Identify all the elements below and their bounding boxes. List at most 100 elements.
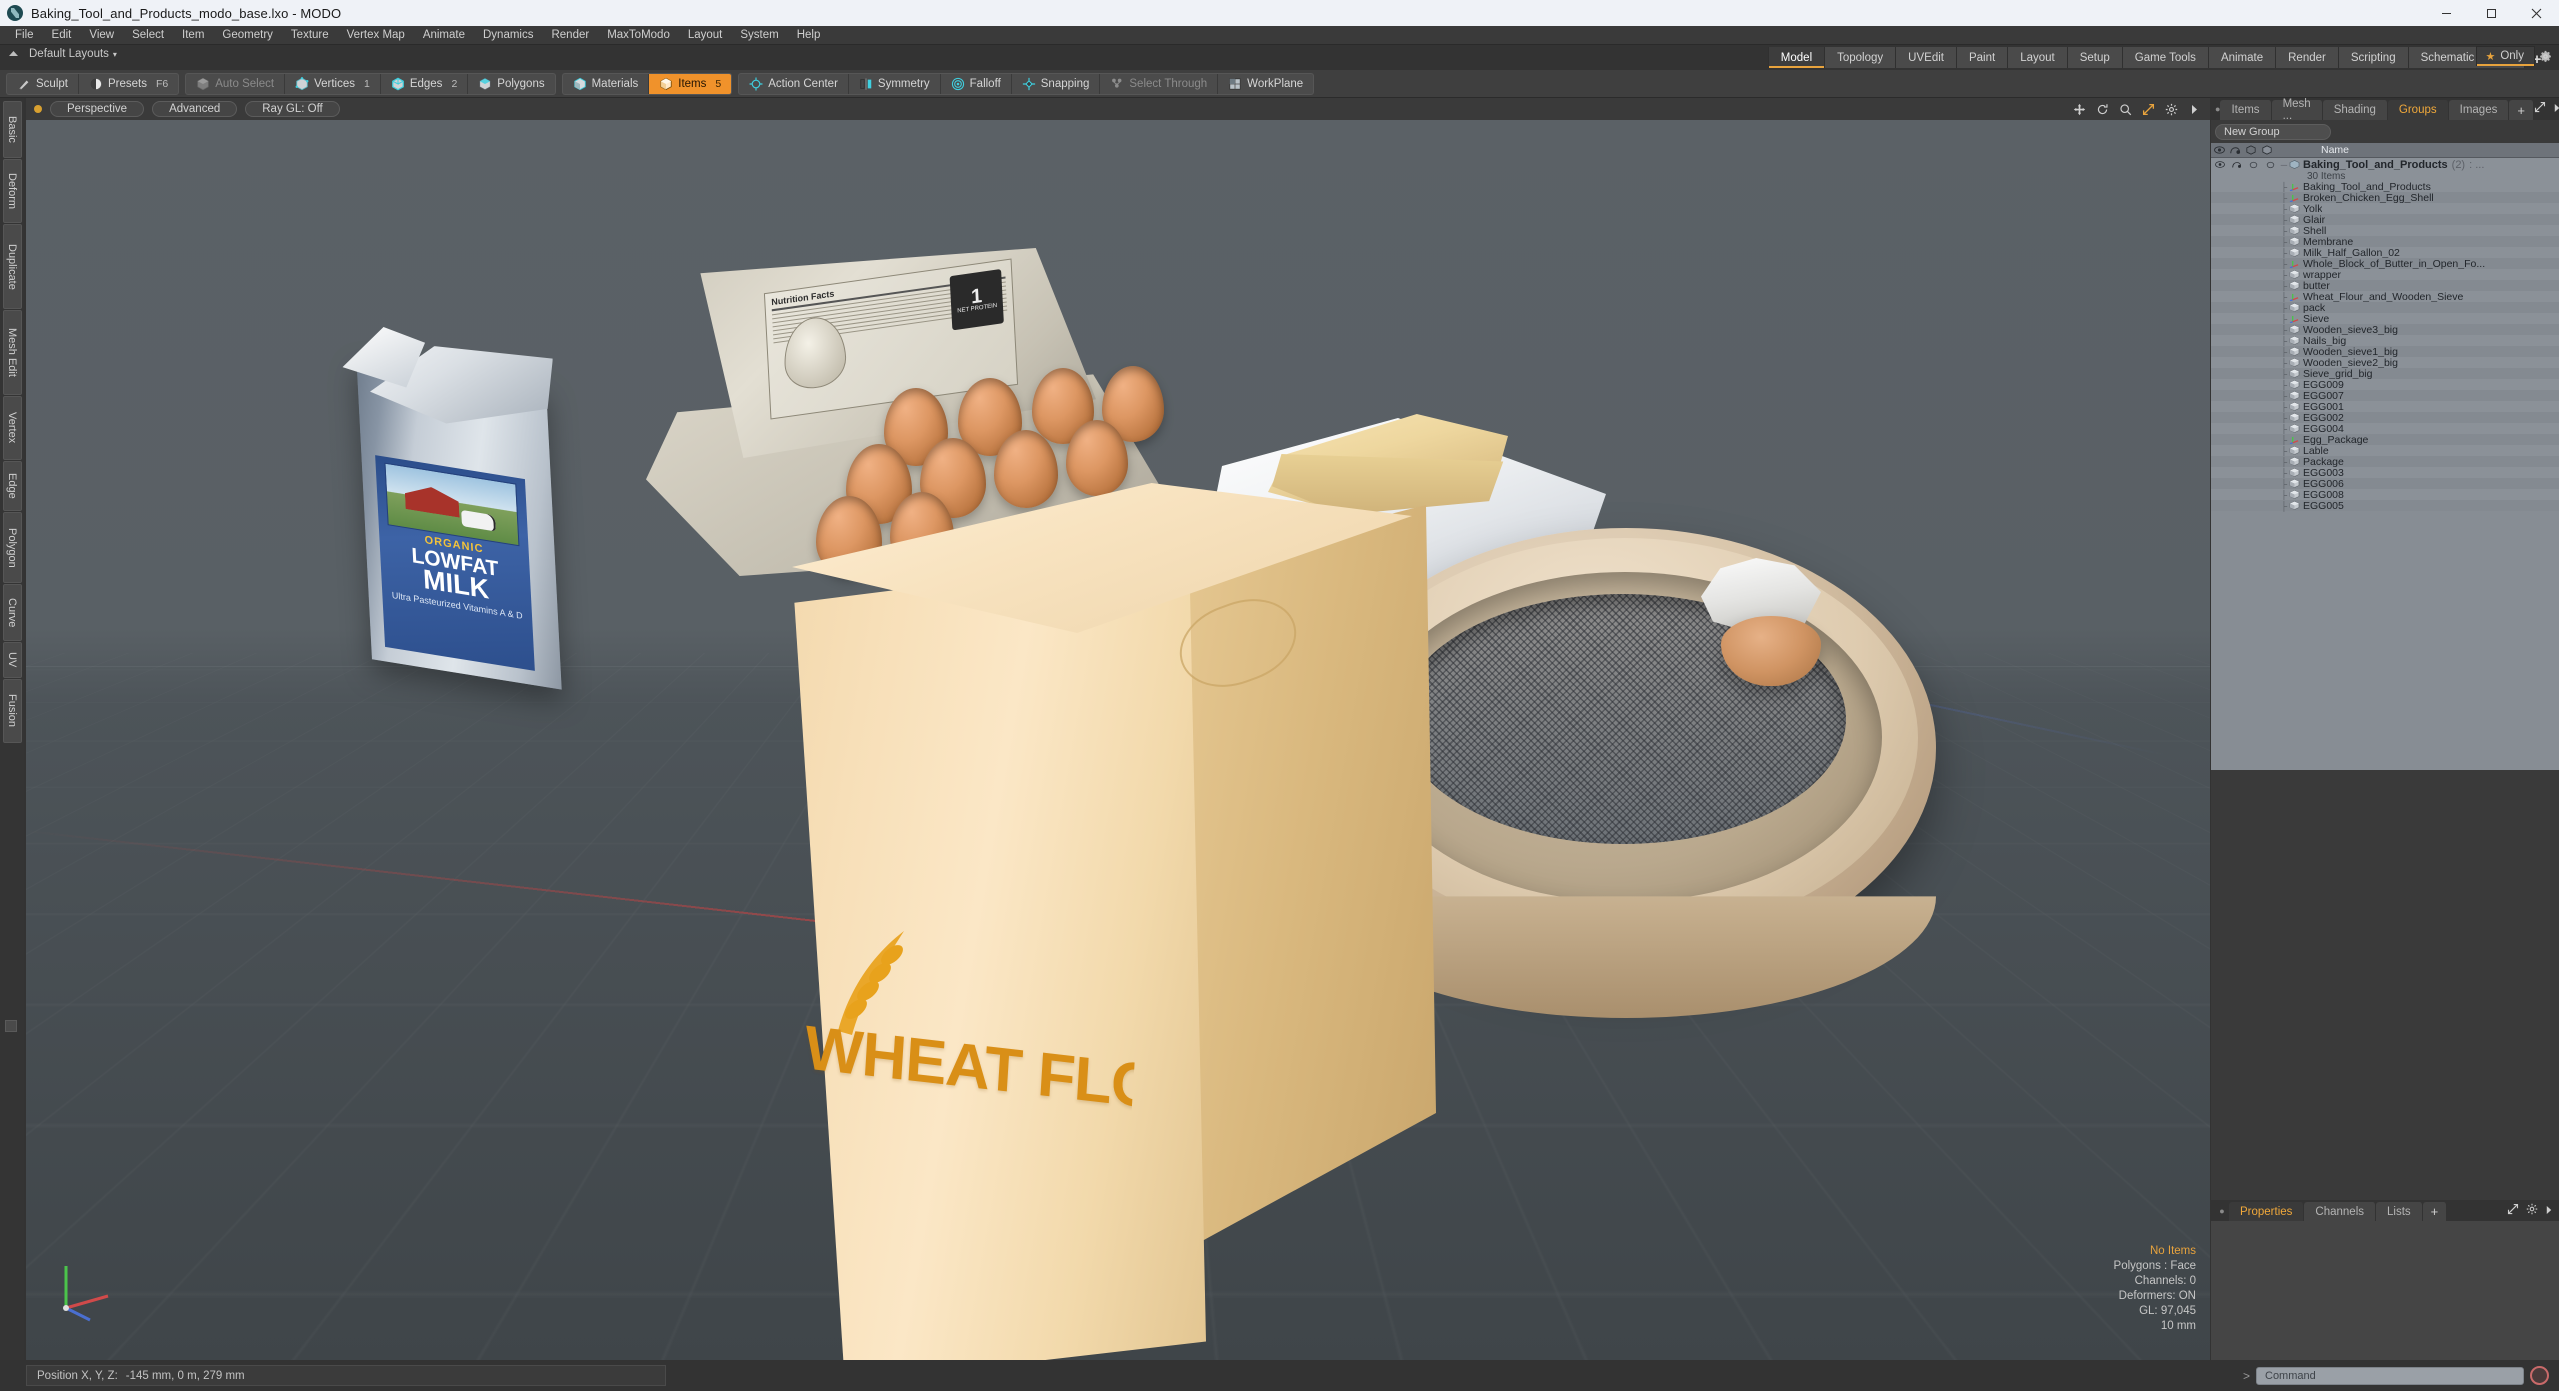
chevron-right-icon[interactable] bbox=[2545, 1202, 2553, 1220]
expand-icon[interactable] bbox=[2534, 100, 2546, 118]
mode-tab-animate[interactable]: Animate bbox=[2208, 47, 2277, 68]
toolbar-select-through-button[interactable]: Select Through bbox=[1100, 73, 1219, 94]
left-tab-mesh-edit[interactable]: Mesh Edit bbox=[2, 310, 22, 395]
zoom-icon[interactable] bbox=[2118, 102, 2132, 116]
render-icon[interactable] bbox=[2227, 146, 2243, 155]
toolbar-auto-select-button[interactable]: Auto Select bbox=[186, 73, 286, 94]
only-toggle-button[interactable]: ★ Only bbox=[2476, 46, 2535, 66]
right-tab-items[interactable]: Items bbox=[2220, 100, 2272, 120]
list-item[interactable]: ├ Shell bbox=[2211, 225, 2559, 237]
eye-icon[interactable] bbox=[2211, 159, 2228, 170]
list-item[interactable]: ├ Milk_Half_Gallon_02 bbox=[2211, 247, 2559, 259]
add-bottom-tab-button[interactable]: + bbox=[2422, 1202, 2448, 1221]
minimize-icon[interactable] bbox=[2424, 0, 2469, 26]
toolbar-action-center-button[interactable]: Action Center bbox=[739, 73, 849, 94]
left-tab-edge[interactable]: Edge bbox=[2, 461, 22, 511]
list-item[interactable]: ├ EGG006 bbox=[2211, 478, 2559, 490]
milk-carton-object[interactable]: ORGANIC LOWFAT MILK Ultra Pasteurized Vi… bbox=[306, 263, 606, 693]
list-item[interactable]: ├ EGG004 bbox=[2211, 423, 2559, 435]
list-item[interactable]: ├ Broken_Chicken_Egg_Shell bbox=[2211, 192, 2559, 204]
left-tab-basic[interactable]: Basic bbox=[2, 101, 22, 158]
menu-geometry[interactable]: Geometry bbox=[213, 27, 282, 44]
list-item[interactable]: ├ EGG001 bbox=[2211, 401, 2559, 413]
viewport-shading-selector[interactable]: Advanced bbox=[152, 101, 238, 117]
list-item[interactable]: ├ Nails_big bbox=[2211, 335, 2559, 347]
toolbar-items-button[interactable]: Items 5 bbox=[649, 73, 732, 94]
move-icon[interactable] bbox=[2072, 102, 2086, 116]
toolbar-edges-button[interactable]: Edges 2 bbox=[381, 73, 469, 94]
record-icon[interactable] bbox=[2530, 1366, 2549, 1385]
list-item[interactable]: ├ EGG007 bbox=[2211, 390, 2559, 402]
menu-help[interactable]: Help bbox=[788, 27, 830, 44]
shaded-icon[interactable] bbox=[2259, 145, 2275, 155]
flour-bag-object[interactable]: WHEAT FLOUR bbox=[786, 483, 1506, 1360]
list-item[interactable]: ├ EGG005 bbox=[2211, 500, 2559, 512]
mode-tab-render[interactable]: Render bbox=[2276, 47, 2339, 68]
list-item[interactable]: ├ EGG009 bbox=[2211, 379, 2559, 391]
wireframe-toggle[interactable] bbox=[2245, 159, 2262, 170]
mode-tab-game-tools[interactable]: Game Tools bbox=[2122, 47, 2209, 68]
expand-icon[interactable] bbox=[2507, 1202, 2519, 1220]
new-group-button[interactable]: New Group bbox=[2215, 124, 2331, 140]
toolbar-sculpt-button[interactable]: Sculpt bbox=[7, 73, 79, 94]
menu-maxtomodo[interactable]: MaxToModo bbox=[598, 27, 679, 44]
menu-select[interactable]: Select bbox=[123, 27, 173, 44]
eye-icon[interactable] bbox=[2211, 146, 2227, 154]
group-item-list[interactable]: ─ Baking_Tool_and_Products (2): ... 30 Item… bbox=[2211, 158, 2559, 770]
command-input[interactable]: Command bbox=[2256, 1366, 2524, 1385]
menu-item[interactable]: Item bbox=[173, 27, 213, 44]
mode-tab-setup[interactable]: Setup bbox=[2067, 47, 2123, 68]
chevron-right-icon[interactable] bbox=[2187, 102, 2201, 116]
toolbar-materials-button[interactable]: Materials bbox=[563, 73, 650, 94]
left-tab-vertex[interactable]: Vertex bbox=[2, 396, 22, 460]
toolbar-vertices-button[interactable]: Vertices 1 bbox=[285, 73, 381, 94]
render-icon[interactable] bbox=[2228, 159, 2245, 170]
toolbar-presets-button[interactable]: Presets F6 bbox=[79, 74, 178, 94]
list-item[interactable]: ├ Egg_Package bbox=[2211, 434, 2559, 446]
list-item[interactable]: ├ Sieve_grid_big bbox=[2211, 368, 2559, 380]
bottom-tab-properties[interactable]: Properties bbox=[2229, 1202, 2305, 1221]
menu-edit[interactable]: Edit bbox=[43, 27, 81, 44]
list-item[interactable]: ├ pack bbox=[2211, 302, 2559, 314]
menu-layout[interactable]: Layout bbox=[679, 27, 732, 44]
wireframe-icon[interactable] bbox=[2243, 145, 2259, 155]
toolbar-polygons-button[interactable]: Polygons bbox=[468, 74, 554, 94]
add-right-tab-button[interactable]: + bbox=[2509, 100, 2534, 120]
menu-system[interactable]: System bbox=[731, 27, 787, 44]
right-tab-images[interactable]: Images bbox=[2448, 100, 2510, 120]
gear-icon[interactable] bbox=[2526, 1202, 2538, 1220]
list-item[interactable]: ├ Lable bbox=[2211, 445, 2559, 457]
list-item[interactable]: ├ butter bbox=[2211, 280, 2559, 292]
left-tab-fusion[interactable]: Fusion bbox=[2, 679, 22, 743]
mode-tab-layout[interactable]: Layout bbox=[2008, 47, 2068, 68]
fit-icon[interactable] bbox=[2141, 102, 2155, 116]
toolbar-workplane-button[interactable]: WorkPlane bbox=[1218, 74, 1313, 94]
maximize-icon[interactable] bbox=[2469, 0, 2514, 26]
menu-view[interactable]: View bbox=[80, 27, 123, 44]
list-item[interactable]: ├ Whole_Block_of_Butter_in_Open_Fo... bbox=[2211, 258, 2559, 270]
menu-texture[interactable]: Texture bbox=[282, 27, 338, 44]
list-item[interactable]: ├ Sieve bbox=[2211, 313, 2559, 325]
chevron-right-icon[interactable] bbox=[2553, 100, 2559, 118]
list-item[interactable]: ├ Yolk bbox=[2211, 203, 2559, 215]
mode-tab-topology[interactable]: Topology bbox=[1825, 47, 1897, 68]
mode-tab-paint[interactable]: Paint bbox=[1956, 47, 2009, 68]
mode-tab-model[interactable]: Model bbox=[1767, 47, 1826, 68]
menu-dynamics[interactable]: Dynamics bbox=[474, 27, 542, 44]
list-item[interactable]: ├ EGG002 bbox=[2211, 412, 2559, 424]
mode-tab-uvedit[interactable]: UVEdit bbox=[1896, 47, 1957, 68]
menu-file[interactable]: File bbox=[6, 27, 43, 44]
list-item[interactable]: ├ EGG003 bbox=[2211, 467, 2559, 479]
left-tab-curve[interactable]: Curve bbox=[2, 584, 22, 641]
menu-render[interactable]: Render bbox=[542, 27, 598, 44]
bottom-tab-lists[interactable]: Lists bbox=[2376, 1202, 2423, 1221]
list-item[interactable]: ├ Membrane bbox=[2211, 236, 2559, 248]
viewport-raygl-selector[interactable]: Ray GL: Off bbox=[245, 101, 340, 117]
shaded-toggle[interactable] bbox=[2262, 159, 2279, 170]
right-tab-groups[interactable]: Groups bbox=[2387, 100, 2449, 120]
broken-egg-shell-object[interactable] bbox=[1691, 558, 1851, 708]
toolbar-falloff-button[interactable]: Falloff bbox=[941, 73, 1012, 94]
properties-menu-dot-icon[interactable]: ● bbox=[2215, 1200, 2229, 1221]
left-tab-duplicate[interactable]: Duplicate bbox=[2, 224, 22, 309]
mode-tab-scripting[interactable]: Scripting bbox=[2338, 47, 2409, 68]
